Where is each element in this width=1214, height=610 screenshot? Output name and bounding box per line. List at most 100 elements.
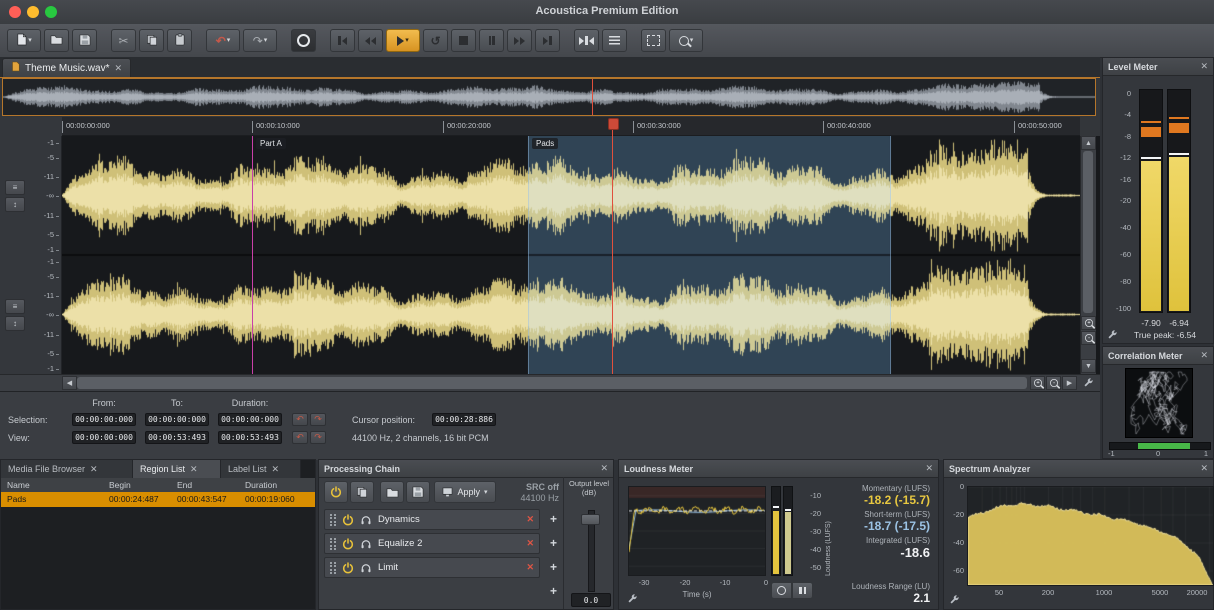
rewind-button[interactable] <box>358 29 383 52</box>
go-to-end-button[interactable] <box>535 29 560 52</box>
selection-undo-button[interactable]: ↶ <box>292 413 308 426</box>
add-effect-button[interactable]: + <box>546 512 561 527</box>
add-effect-button[interactable]: + <box>546 584 561 599</box>
view-duration-field[interactable]: 00:00:53:493 <box>218 431 282 444</box>
undo-button[interactable]: ↶▾ <box>206 29 240 52</box>
drag-handle-icon[interactable] <box>330 538 336 550</box>
view-undo-button[interactable]: ↶ <box>292 431 308 444</box>
chain-power-button[interactable] <box>324 481 348 503</box>
region-label[interactable]: Pads <box>532 138 558 149</box>
selection-duration-field[interactable]: 00:00:00:000 <box>218 413 282 426</box>
vertical-scrollbar[interactable]: ▲ + - ▼ <box>1080 136 1096 374</box>
view-redo-button[interactable]: ↷ <box>310 431 326 444</box>
scroll-up-button[interactable]: ▲ <box>1081 136 1096 150</box>
new-file-button[interactable]: ▾ <box>7 29 41 52</box>
close-tab-icon[interactable]: ✕ <box>114 64 122 73</box>
stop-button[interactable] <box>451 29 476 52</box>
remove-effect-icon[interactable]: ✕ <box>526 562 534 573</box>
loudness-pause-button[interactable] <box>792 582 813 599</box>
close-panel-icon[interactable]: ✕ <box>1200 62 1208 71</box>
close-tab-icon[interactable]: ✕ <box>90 465 98 474</box>
chain-save-button[interactable] <box>406 481 430 503</box>
horizontal-scroll-thumb[interactable] <box>77 377 1027 389</box>
paste-button[interactable] <box>167 29 192 52</box>
timeline-ruler[interactable]: 00:00:00:000 00:00:10:000 00:00:20:000 0… <box>62 117 1080 136</box>
add-effect-button[interactable]: + <box>546 560 561 575</box>
output-level-value[interactable]: 0.0 <box>571 593 611 607</box>
fit-selection-button[interactable] <box>574 29 599 52</box>
drag-handle-icon[interactable] <box>330 514 336 526</box>
vertical-scroll-thumb[interactable] <box>1083 151 1093 313</box>
fast-forward-button[interactable] <box>507 29 532 52</box>
overview-waveform[interactable] <box>3 79 1095 115</box>
close-panel-icon[interactable]: ✕ <box>1200 464 1208 473</box>
channel1-resize-button[interactable]: ↕ <box>5 197 25 212</box>
add-effect-button[interactable]: + <box>546 536 561 551</box>
column-begin[interactable]: Begin <box>109 480 131 490</box>
close-panel-icon[interactable]: ✕ <box>925 464 933 473</box>
go-to-start-button[interactable] <box>330 29 355 52</box>
selection-to-field[interactable]: 00:00:00:000 <box>145 413 209 426</box>
save-button[interactable] <box>72 29 97 52</box>
view-from-field[interactable]: 00:00:00:000 <box>72 431 136 444</box>
channel2-resize-button[interactable]: ↕ <box>5 316 25 331</box>
chain-copy-button[interactable] <box>350 481 374 503</box>
play-button[interactable]: ▾ <box>386 29 420 52</box>
scroll-down-button[interactable]: ▼ <box>1081 359 1096 373</box>
cut-button[interactable]: ✂ <box>111 29 136 52</box>
region-list-header[interactable]: Name Begin End Duration <box>1 478 315 493</box>
edit-list-button[interactable] <box>602 29 627 52</box>
loudness-settings-button[interactable] <box>627 593 638 606</box>
selection-redo-button[interactable]: ↷ <box>310 413 326 426</box>
zoom-out-button[interactable]: - <box>1046 376 1061 390</box>
close-tab-icon[interactable]: ✕ <box>272 465 280 474</box>
copy-button[interactable] <box>139 29 164 52</box>
loop-playback-button[interactable]: ↺ <box>423 29 448 52</box>
zoom-in-button[interactable]: + <box>1030 376 1045 390</box>
marker-label[interactable]: Part A <box>256 138 286 149</box>
selection-tool-button[interactable] <box>641 29 666 52</box>
overview-strip[interactable] <box>2 78 1096 116</box>
column-end[interactable]: End <box>177 480 192 490</box>
tab-region-list[interactable]: Region List✕ <box>133 460 221 478</box>
document-tab[interactable]: Theme Music.wav* ✕ <box>2 58 131 77</box>
loudness-reset-button[interactable] <box>771 582 792 599</box>
open-file-button[interactable] <box>44 29 69 52</box>
horizontal-scrollbar[interactable]: ◀ + - ▶ <box>0 374 1100 391</box>
scroll-left-button[interactable]: ◀ <box>62 376 77 390</box>
chain-item-dynamics[interactable]: Dynamics ✕ <box>324 509 540 530</box>
scroll-right-button[interactable]: ▶ <box>1062 376 1077 390</box>
pause-button[interactable] <box>479 29 504 52</box>
column-name[interactable]: Name <box>7 480 30 490</box>
zoom-tool-button[interactable]: ▾ <box>669 29 703 52</box>
chain-open-button[interactable] <box>380 481 404 503</box>
waveform-view[interactable]: Part A Pads ≡ ↕ ≡ ↕ -1 -5 -11 -∞ -11 -5 … <box>0 136 1100 374</box>
region-list-row[interactable]: Pads 00:00:24:487 00:00:43:547 00:00:19:… <box>1 492 315 507</box>
close-panel-icon[interactable]: ✕ <box>1200 351 1208 360</box>
view-to-field[interactable]: 00:00:53:493 <box>145 431 209 444</box>
selection-region[interactable] <box>528 136 891 374</box>
remove-effect-icon[interactable]: ✕ <box>526 514 534 525</box>
spectrum-settings-button[interactable] <box>949 594 960 607</box>
channel1-menu-button[interactable]: ≡ <box>5 180 25 195</box>
channel2-menu-button[interactable]: ≡ <box>5 299 25 314</box>
chain-item-limit[interactable]: Limit ✕ <box>324 557 540 578</box>
level-meter-settings-button[interactable] <box>1107 329 1118 342</box>
remove-effect-icon[interactable]: ✕ <box>526 538 534 549</box>
chain-item-equalize[interactable]: Equalize 2 ✕ <box>324 533 540 554</box>
view-settings-button[interactable] <box>1081 376 1096 390</box>
playhead-handle[interactable] <box>608 118 619 130</box>
selection-from-field[interactable]: 00:00:00:000 <box>72 413 136 426</box>
zoom-in-vertical-button[interactable]: + <box>1081 316 1096 330</box>
drag-handle-icon[interactable] <box>330 562 336 574</box>
output-slider-thumb[interactable] <box>581 514 600 525</box>
overview-playhead[interactable] <box>592 79 593 115</box>
apply-button[interactable]: Apply▾ <box>434 481 496 503</box>
column-duration[interactable]: Duration <box>245 480 277 490</box>
cursor-position-field[interactable]: 00:00:28:886 <box>432 413 496 426</box>
tab-media-file-browser[interactable]: Media File Browser✕ <box>1 460 133 478</box>
record-button[interactable] <box>291 29 316 52</box>
tab-label-list[interactable]: Label List✕ <box>221 460 301 478</box>
zoom-out-vertical-button[interactable]: - <box>1081 331 1096 345</box>
close-panel-icon[interactable]: ✕ <box>600 464 608 473</box>
